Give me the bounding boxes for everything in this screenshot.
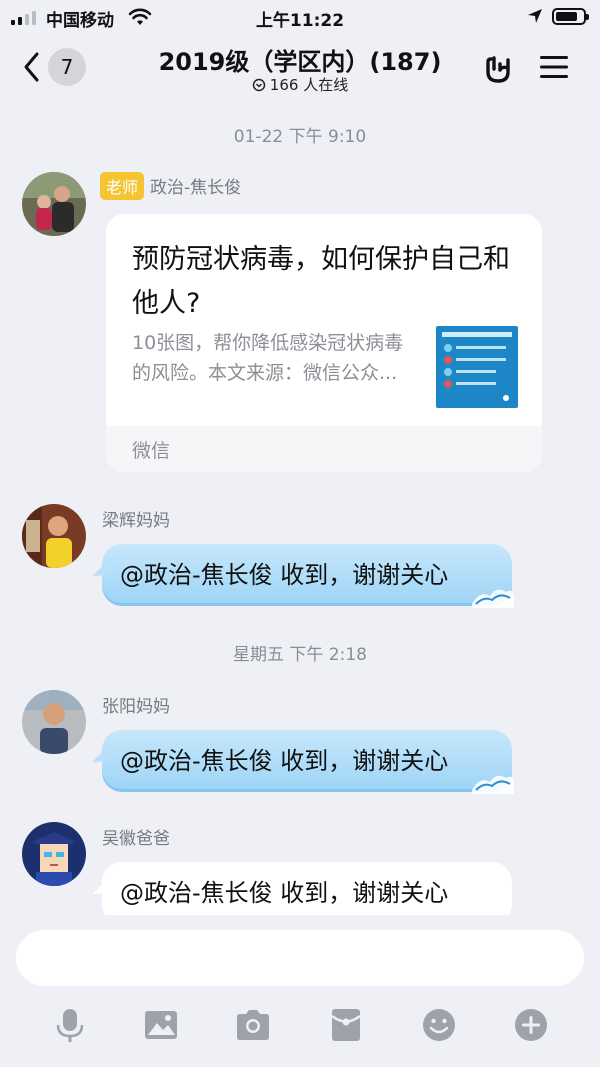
online-count: 166 人在线 [269,76,349,94]
avatar[interactable] [22,822,86,886]
card-title: 预防冠状病毒，如何保护自己和他人? [132,244,510,319]
bubble-tail [92,558,112,576]
teacher-tag: 老师 [100,172,145,200]
message-text: @政治-焦长俊 收到，谢谢关心 [120,561,449,589]
emoji-icon[interactable] [421,1007,457,1043]
avatar[interactable] [22,172,86,236]
card-description: 10张图，帮你降低感染冠状病毒 的风险。本文来源：微信公众... [132,332,404,384]
message-input[interactable] [16,930,584,986]
card-source: 微信 [132,440,171,462]
microphone-icon[interactable] [52,1007,88,1043]
message-text: @政治-焦长俊 收到，谢谢关心 [120,747,449,775]
sender-name: 老师 政治-焦长俊 [100,172,241,200]
battery-icon [552,8,589,25]
avatar-image [22,504,86,568]
status-bar: 中国移动 上午11:22 [0,0,600,34]
menu-icon[interactable] [540,54,568,80]
wave-icon [472,589,514,608]
timestamp: 星期五 下午 2:18 [233,645,367,665]
card-footer: 微信 [106,426,542,472]
bubble-tail [92,744,112,762]
input-area [0,915,600,1067]
image-icon[interactable] [143,1007,179,1043]
sender-name: 吴徽爸爸 [102,829,170,849]
message-bubble[interactable]: @政治-焦长俊 收到，谢谢关心 [92,730,514,794]
red-packet-icon[interactable] [328,1007,364,1043]
hand-gesture-icon[interactable] [480,50,516,86]
timestamp: 01-22 下午 9:10 [233,127,367,147]
sender-name: 张阳妈妈 [102,697,170,717]
sender-name: 梁辉妈妈 [102,511,170,531]
message-text: @政治-焦长俊 收到，谢谢关心 [120,879,449,907]
card-thumbnail [436,326,518,408]
chat-header: 7 2019级（学区内）(187) 166 人在线 [0,34,600,100]
plus-icon[interactable] [513,1007,549,1043]
avatar[interactable] [22,504,86,568]
camera-icon[interactable] [235,1007,271,1043]
avatar-image [22,172,86,236]
location-arrow-icon [528,9,542,23]
message-list[interactable]: 01-22 下午 9:10 老师 政治-焦长俊 预防冠状病毒，如何保护自己和他人?… [0,100,600,915]
avatar[interactable] [22,690,86,754]
wave-icon [472,775,514,794]
avatar-image [22,690,86,754]
status-time: 上午11:22 [255,11,345,31]
sender-label: 政治-焦长俊 [150,178,242,198]
message-bubble[interactable]: @政治-焦长俊 收到，谢谢关心 [92,862,512,915]
avatar-image [22,822,86,886]
online-indicator-icon [252,78,266,92]
link-card[interactable]: 预防冠状病毒，如何保护自己和他人? 10张图，帮你降低感染冠状病毒 的风险。本文… [106,214,542,472]
message-bubble[interactable]: @政治-焦长俊 收到，谢谢关心 [92,544,514,608]
bubble-tail [92,876,112,894]
